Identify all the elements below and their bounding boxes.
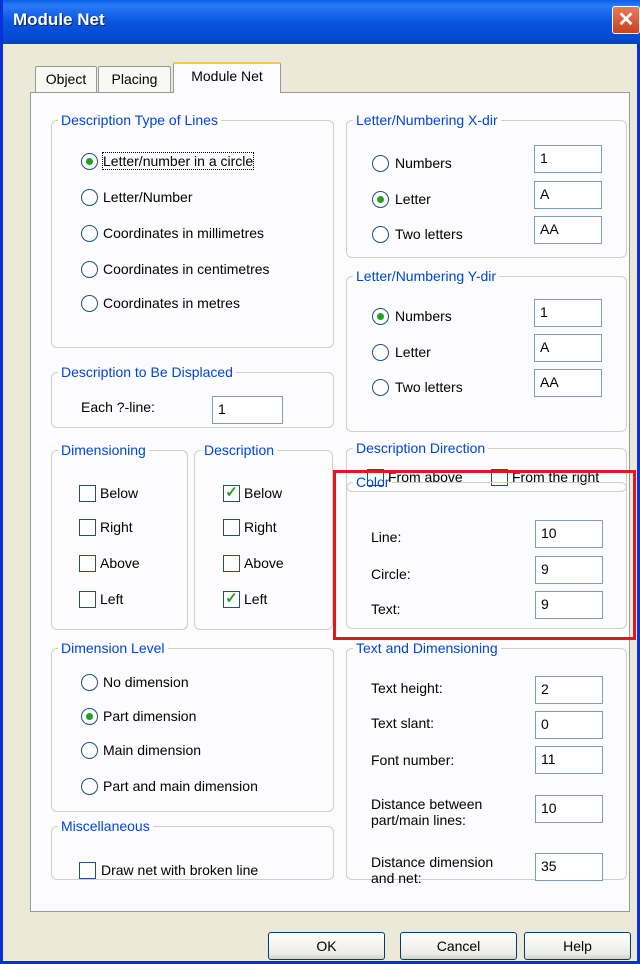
font-number-label: Font number:: [371, 752, 455, 768]
radio-part-main-dimension-label[interactable]: Part and main dimension: [103, 778, 258, 794]
checkbox-dim-right-label[interactable]: Right: [100, 519, 133, 535]
checkbox-desc-below[interactable]: ✓: [223, 485, 240, 502]
text-slant-label: Text slant:: [371, 715, 435, 731]
text-slant-input[interactable]: 0: [535, 711, 603, 739]
checkbox-broken-line-label[interactable]: Draw net with broken line: [101, 862, 258, 878]
radio-y-letter[interactable]: [372, 344, 389, 361]
radio-coord-metres-label[interactable]: Coordinates in metres: [103, 295, 240, 311]
group-dimensioning-legend: Dimensioning: [61, 442, 146, 458]
group-color-legend: Color: [356, 474, 390, 490]
distance-part-main-input[interactable]: 10: [535, 795, 603, 823]
radio-y-two-letters-label[interactable]: Two letters: [395, 379, 463, 395]
radio-x-letter[interactable]: [372, 191, 389, 208]
title-bar[interactable]: Module Net ✕: [3, 0, 640, 44]
group-letter-x-legend: Letter/Numbering X-dir: [356, 112, 498, 128]
input-y-numbers[interactable]: 1: [534, 299, 602, 327]
ok-button[interactable]: OK: [268, 932, 385, 960]
group-description-displaced-legend: Description to Be Displaced: [61, 364, 233, 380]
radio-coord-millimetres[interactable]: [81, 225, 98, 242]
radio-x-numbers[interactable]: [372, 155, 389, 172]
radio-letter-number[interactable]: [81, 189, 98, 206]
radio-main-dimension-label[interactable]: Main dimension: [103, 742, 201, 758]
radio-x-two-letters[interactable]: [372, 226, 389, 243]
radio-x-two-letters-label[interactable]: Two letters: [395, 226, 463, 242]
color-line-label: Line:: [371, 529, 402, 545]
group-description-displaced: Description to Be Displaced: [51, 364, 334, 428]
radio-x-numbers-label[interactable]: Numbers: [395, 155, 452, 171]
input-x-two-letters[interactable]: AA: [534, 216, 602, 244]
checkbox-dim-below-label[interactable]: Below: [100, 485, 138, 501]
distance-dim-net-label-line1: Distance dimension: [371, 854, 494, 870]
color-circle-input[interactable]: 9: [535, 556, 603, 584]
distance-part-main-label-line1: Distance between: [371, 796, 483, 812]
radio-part-dimension-label[interactable]: Part dimension: [103, 708, 196, 724]
radio-y-two-letters[interactable]: [372, 379, 389, 396]
radio-no-dimension[interactable]: [81, 674, 98, 691]
checkbox-dim-above-label[interactable]: Above: [100, 555, 140, 571]
radio-letter-number-label[interactable]: Letter/Number: [103, 189, 192, 205]
group-letter-y-legend: Letter/Numbering Y-dir: [356, 268, 497, 284]
text-height-input[interactable]: 2: [535, 676, 603, 704]
group-dimension-level-legend: Dimension Level: [61, 640, 165, 656]
checkbox-dim-above[interactable]: [79, 555, 96, 572]
checkbox-dim-right[interactable]: [79, 519, 96, 536]
input-y-letter[interactable]: A: [534, 334, 602, 362]
checkmark-icon: ✓: [225, 590, 238, 607]
tab-module-net[interactable]: Module Net: [173, 62, 281, 93]
radio-y-letter-label[interactable]: Letter: [395, 344, 431, 360]
text-height-label: Text height:: [371, 680, 443, 696]
input-y-two-letters[interactable]: AA: [534, 369, 602, 397]
color-text-input[interactable]: 9: [535, 591, 603, 619]
radio-y-numbers[interactable]: [372, 308, 389, 325]
checkbox-dim-left-label[interactable]: Left: [100, 591, 123, 607]
checkbox-desc-right[interactable]: [223, 519, 240, 536]
group-description-direction-legend: Description Direction: [356, 440, 486, 456]
cancel-button[interactable]: Cancel: [400, 932, 517, 960]
checkbox-dim-below[interactable]: [79, 485, 96, 502]
radio-coord-centimetres[interactable]: [81, 261, 98, 278]
radio-no-dimension-label[interactable]: No dimension: [103, 674, 189, 690]
radio-x-letter-label[interactable]: Letter: [395, 191, 431, 207]
tab-placing[interactable]: Placing: [98, 66, 171, 92]
checkbox-desc-left-label[interactable]: Left: [244, 591, 267, 607]
help-button[interactable]: Help: [524, 932, 631, 960]
group-miscellaneous-legend: Miscellaneous: [61, 818, 150, 834]
close-icon: ✕: [617, 9, 635, 31]
checkbox-desc-above-label[interactable]: Above: [244, 555, 284, 571]
checkbox-desc-left[interactable]: ✓: [223, 591, 240, 608]
input-x-letter[interactable]: A: [534, 181, 602, 209]
radio-part-main-dimension[interactable]: [81, 778, 98, 795]
checkbox-broken-line[interactable]: [79, 862, 96, 879]
each-line-label: Each ?-line:: [81, 399, 155, 415]
each-line-input[interactable]: 1: [212, 396, 283, 424]
checkmark-icon: ✓: [225, 484, 238, 501]
color-text-label: Text:: [371, 601, 401, 617]
radio-part-dimension[interactable]: [81, 708, 98, 725]
distance-part-main-label-line2: part/main lines:: [371, 812, 466, 828]
radio-coord-metres[interactable]: [81, 295, 98, 312]
checkbox-desc-below-label[interactable]: Below: [244, 485, 282, 501]
radio-letter-number-circle[interactable]: [81, 153, 98, 170]
checkbox-dim-left[interactable]: [79, 591, 96, 608]
window-title: Module Net: [13, 10, 105, 29]
distance-dim-net-input[interactable]: 35: [535, 853, 603, 881]
distance-dim-net-label-line2: and net:: [371, 870, 422, 886]
radio-coord-millimetres-label[interactable]: Coordinates in millimetres: [103, 225, 264, 241]
group-description-legend: Description: [204, 442, 275, 458]
radio-coord-centimetres-label[interactable]: Coordinates in centimetres: [103, 261, 270, 277]
input-x-numbers[interactable]: 1: [534, 145, 602, 173]
color-circle-label: Circle:: [371, 566, 411, 582]
checkbox-desc-above[interactable]: [223, 555, 240, 572]
checkbox-desc-right-label[interactable]: Right: [244, 519, 277, 535]
radio-main-dimension[interactable]: [81, 742, 98, 759]
group-text-dimensioning-legend: Text and Dimensioning: [356, 640, 498, 656]
group-description-type-legend: Description Type of Lines: [61, 112, 218, 128]
font-number-input[interactable]: 11: [535, 746, 603, 774]
tab-object[interactable]: Object: [35, 66, 97, 92]
close-button[interactable]: ✕: [612, 6, 640, 34]
radio-y-numbers-label[interactable]: Numbers: [395, 308, 452, 324]
color-line-input[interactable]: 10: [535, 520, 603, 548]
radio-letter-number-circle-label[interactable]: Letter/number in a circle: [101, 152, 255, 170]
dialog-window: Module Net ✕ Object Placing Module Net D…: [0, 0, 640, 964]
